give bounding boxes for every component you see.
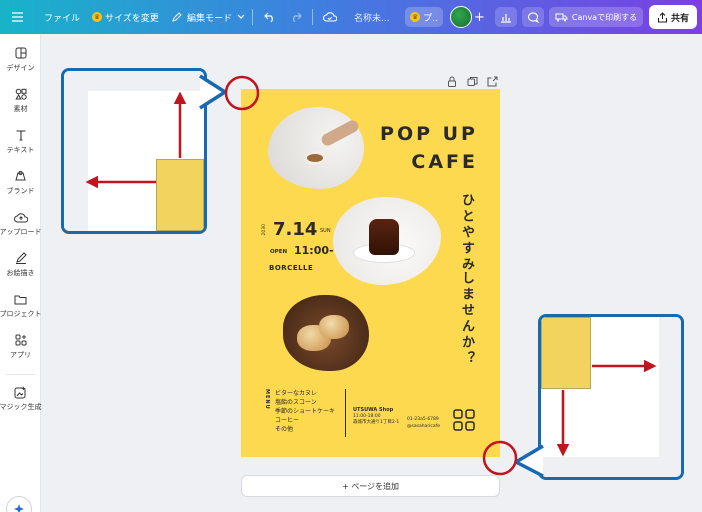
sidebar-item-design[interactable]: デザイン [0,45,41,81]
sidebar-item-label: お絵描き [6,269,35,277]
sidebar-item-text[interactable]: テキスト [0,127,41,163]
poster-canvas[interactable]: POP UP CAFE ひとやすみ しませんか？ 2030 7.14 SUN O… [241,89,500,457]
edit-mode-dropdown[interactable]: 編集モード [171,0,245,34]
date-label: 7.14 [273,219,318,240]
sidebar-item-label: テキスト [6,146,35,154]
draw-icon [13,250,29,266]
menu-item: ビターなカヌレ [275,390,318,397]
shop-address: 森城市大通り1丁目2-1 [353,420,400,425]
menu-item: コーヒー [275,417,300,424]
menu-item: 季節のショートケーキ [275,408,336,415]
sidebar-item-upload[interactable]: アップロード [0,209,42,245]
chevron-down-icon [237,14,245,19]
text-icon [13,127,29,143]
share-button[interactable]: 共有 [649,5,697,29]
callout-bottom-right-corner [538,314,684,480]
add-page-icon[interactable] [487,72,498,87]
poster-corner-zoom [156,159,204,231]
redo-icon[interactable] [290,0,302,34]
sns-handle: @sasaharicafe [407,423,440,429]
sidebar-item-label: アップロード [0,228,42,236]
document-title[interactable]: 名称未... [354,0,390,34]
divider [345,389,346,437]
sidebar-item-magic[interactable]: マジック生成 [0,384,42,420]
sidebar-item-label: アプリ [10,351,31,359]
apps-icon [13,332,29,348]
sidebar-item-projects[interactable]: プロジェクト [0,291,42,327]
share-icon [657,11,668,23]
scone-photo[interactable] [283,295,369,371]
file-menu[interactable]: ファイル [44,0,80,34]
truck-icon [555,13,568,21]
avatar[interactable] [450,6,472,28]
crown-icon: ♛ [92,12,102,22]
qr-code-icon[interactable] [453,409,475,431]
add-collaborator-icon[interactable]: + [474,0,485,34]
crown-icon: ♛ [410,12,421,22]
vertical-text-2[interactable]: しませんか？ [457,271,476,367]
pro-button[interactable]: ♛ プ.. [405,7,443,27]
add-page-button[interactable]: + ページを追加 [241,475,500,497]
pencil-icon [172,11,182,22]
sidebar: デザイン 素材 テキスト ブランド アップロード お絵描き プロジェクト アプリ… [0,34,42,512]
print-label: Canvaで印刷する [571,12,638,22]
sidebar-item-label: ブランド [6,187,35,195]
sidebar-item-draw[interactable]: お絵描き [0,250,41,286]
hamburger-icon[interactable] [12,0,23,34]
open-time: 11:00- [294,244,334,257]
cloud-save-icon[interactable] [323,0,337,34]
vertical-text-1[interactable]: ひとやすみ [457,193,476,273]
sidebar-item-label: 素材 [13,105,28,113]
lock-icon[interactable] [447,72,457,87]
menu-item: その他 [275,426,294,433]
open-label: OPEN [270,249,288,255]
menu-label[interactable]: MENU [264,389,270,410]
resize-button[interactable]: ♛ サイズを変更 [92,0,159,34]
sidebar-item-brand[interactable]: ブランド [0,168,41,204]
weekday-label: SUN [320,228,331,234]
phone-number: 01-23a5-6789 [407,417,439,422]
comment-icon[interactable] [522,7,544,27]
sidebar-item-label: デザイン [6,64,35,72]
upload-icon [13,209,29,225]
brand-name: BORCELLE [269,264,314,272]
sparkle-icon [14,504,24,512]
elements-icon [13,86,29,102]
edit-mode-label: 編集モード [187,13,233,24]
shop-name: UTSUWA Shop [353,407,394,413]
print-button[interactable]: Canvaで印刷する [549,7,643,27]
magic-icon [13,384,29,400]
menu-item: 塩飴のスコーン [275,399,317,406]
poster-corner-zoom [541,317,591,389]
year-label: 2030 [262,224,267,236]
callout-top-left-corner [61,68,207,234]
brand-icon [13,168,29,184]
contact-info[interactable]: 01-23a5-6789 @sasaharicafe [407,417,440,430]
shop-info[interactable]: UTSUWA Shop 11:00-18:00 森城市大通り1丁目2-1 [353,407,399,427]
poster-title-line2[interactable]: CAFE [358,151,478,173]
folder-icon [13,291,29,307]
canele-photo[interactable] [333,197,441,285]
menu-list[interactable]: ビターなカヌレ 塩飴のスコーン 季節のショートケーキ コーヒー その他 [275,389,335,434]
sidebar-item-label: マジック生成 [0,403,42,411]
analytics-icon[interactable] [495,7,517,27]
undo-icon[interactable] [264,0,276,34]
resize-label: サイズを変更 [105,13,159,24]
pro-label: プ.. [423,13,438,24]
share-label: 共有 [670,13,689,24]
top-bar: ファイル ♛ サイズを変更 編集モード 名称未... ♛ プ.. + Canva… [0,0,702,34]
duplicate-icon[interactable] [467,72,478,86]
sidebar-item-elements[interactable]: 素材 [0,86,41,122]
poster-title-line1[interactable]: POP UP [358,123,478,145]
sidebar-item-apps[interactable]: アプリ [0,332,41,368]
design-icon [13,45,29,61]
coffee-photo[interactable] [268,107,364,189]
sidebar-item-label: プロジェクト [0,310,42,318]
